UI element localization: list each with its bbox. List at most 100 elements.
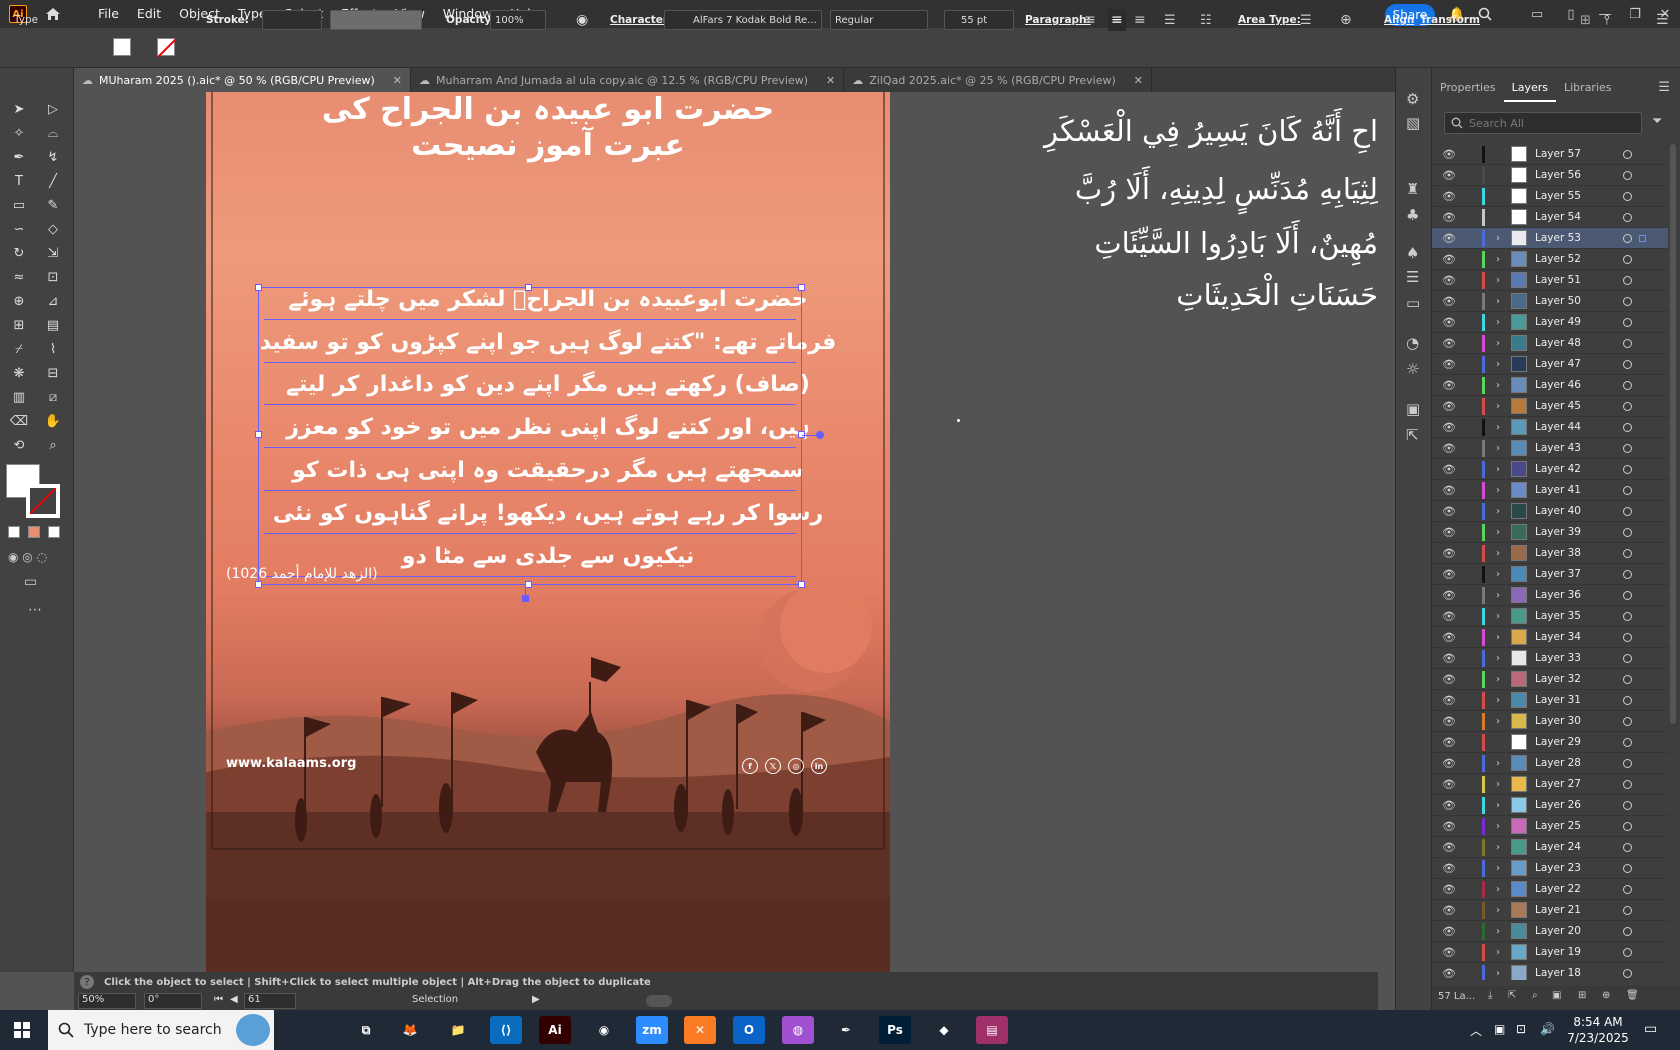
panel-tab-layers[interactable]: Layers: [1503, 74, 1556, 102]
layer-name[interactable]: Layer 29: [1535, 736, 1581, 748]
expand-chevron-icon[interactable]: ›: [1496, 758, 1500, 769]
target-circle-icon[interactable]: [1623, 212, 1632, 222]
expand-chevron-icon[interactable]: ›: [1496, 590, 1500, 601]
visibility-eye-icon[interactable]: 👁: [1442, 715, 1456, 728]
visibility-eye-icon[interactable]: 👁: [1442, 568, 1456, 581]
expand-chevron-icon[interactable]: ›: [1496, 632, 1500, 643]
bullets-icon[interactable]: ☰: [1164, 0, 1176, 40]
libraries-icon[interactable]: ♜: [1406, 180, 1419, 198]
perspective-grid-tool-icon[interactable]: ⊿: [42, 290, 64, 312]
variable-width-field[interactable]: [330, 10, 422, 30]
horizontal-scrollbar[interactable]: [646, 995, 672, 1007]
layer-name[interactable]: Layer 22: [1535, 883, 1581, 895]
menu-file[interactable]: File: [89, 0, 128, 28]
layer-row[interactable]: 👁 › Layer 21: [1432, 900, 1668, 921]
close-tab-icon[interactable]: ✕: [1134, 74, 1143, 87]
layer-row[interactable]: 👁 › Layer 28: [1432, 753, 1668, 774]
layer-row[interactable]: 👁 Layer 56: [1432, 165, 1668, 186]
file-explorer-icon[interactable]: 📁: [442, 1016, 474, 1044]
visibility-eye-icon[interactable]: 👁: [1442, 211, 1456, 224]
layer-row[interactable]: 👁 › Layer 49: [1432, 312, 1668, 333]
visibility-eye-icon[interactable]: 👁: [1442, 358, 1456, 371]
layer-name[interactable]: Layer 53: [1535, 232, 1581, 244]
layer-name[interactable]: Layer 52: [1535, 253, 1581, 265]
visibility-eye-icon[interactable]: 👁: [1442, 379, 1456, 392]
gradient-mode-icon[interactable]: [28, 526, 40, 538]
layer-row[interactable]: 👁 › Layer 26: [1432, 795, 1668, 816]
photoshop-icon[interactable]: Ps: [879, 1016, 911, 1044]
layer-row[interactable]: 👁 › Layer 35: [1432, 606, 1668, 627]
target-circle-icon[interactable]: [1623, 674, 1632, 684]
layer-row[interactable]: 👁 › Layer 42: [1432, 459, 1668, 480]
layer-name[interactable]: Layer 20: [1535, 925, 1581, 937]
close-tab-icon[interactable]: ✕: [393, 74, 402, 87]
layer-row[interactable]: 👁 › Layer 45: [1432, 396, 1668, 417]
layer-name[interactable]: Layer 37: [1535, 568, 1581, 580]
target-circle-icon[interactable]: [1623, 254, 1632, 264]
target-circle-icon[interactable]: [1623, 359, 1632, 369]
layer-name[interactable]: Layer 23: [1535, 862, 1581, 874]
layer-name[interactable]: Layer 57: [1535, 148, 1581, 160]
visibility-eye-icon[interactable]: 👁: [1442, 757, 1456, 770]
area-type-label[interactable]: Area Type:: [1238, 0, 1301, 40]
first-artboard-icon[interactable]: ⏮: [214, 994, 223, 1005]
font-size-field[interactable]: 55 pt: [944, 10, 1014, 30]
layer-row[interactable]: 👁 › Layer 38: [1432, 543, 1668, 564]
expand-chevron-icon[interactable]: ›: [1496, 401, 1500, 412]
volume-icon[interactable]: 🔊: [1540, 1022, 1555, 1036]
eraser-tool-icon[interactable]: ◇: [42, 218, 64, 240]
selection-handle[interactable]: [255, 431, 262, 438]
target-circle-icon[interactable]: [1623, 380, 1632, 390]
artboard-tool-icon[interactable]: ⊟: [42, 362, 64, 384]
new-layer-icon[interactable]: ⊕: [1602, 990, 1610, 1001]
visibility-eye-icon[interactable]: 👁: [1442, 631, 1456, 644]
out-port[interactable]: [816, 431, 824, 439]
text-selection-box[interactable]: [258, 287, 802, 585]
target-circle-icon[interactable]: [1623, 905, 1632, 915]
layer-name[interactable]: Layer 39: [1535, 526, 1581, 538]
xampp-icon[interactable]: ✕: [684, 1016, 716, 1044]
align-center-icon[interactable]: ≡: [1108, 9, 1126, 31]
layer-row[interactable]: 👁 Layer 57: [1432, 144, 1668, 165]
layer-row[interactable]: 👁 › Layer 43: [1432, 438, 1668, 459]
layer-name[interactable]: Layer 27: [1535, 778, 1581, 790]
visibility-eye-icon[interactable]: 👁: [1442, 673, 1456, 686]
layer-row[interactable]: 👁 › Layer 53: [1432, 228, 1668, 249]
layer-row[interactable]: 👁 › Layer 27: [1432, 774, 1668, 795]
layer-name[interactable]: Layer 42: [1535, 463, 1581, 475]
expand-chevron-icon[interactable]: ›: [1496, 695, 1500, 706]
target-circle-icon[interactable]: [1623, 632, 1632, 642]
visibility-eye-icon[interactable]: 👁: [1442, 295, 1456, 308]
layer-row[interactable]: 👁 › Layer 19: [1432, 942, 1668, 963]
line-tool-icon[interactable]: ╱: [42, 170, 64, 192]
paintbrush-tool-icon[interactable]: ✎: [42, 194, 64, 216]
stroke-swatch[interactable]: [157, 38, 177, 58]
layer-row[interactable]: 👁 › Layer 51: [1432, 270, 1668, 291]
title-line-1[interactable]: حضرت ابو عبیدہ بن الجراح کی: [206, 92, 890, 127]
visibility-eye-icon[interactable]: 👁: [1442, 841, 1456, 854]
expand-chevron-icon[interactable]: ›: [1496, 548, 1500, 559]
expand-chevron-icon[interactable]: ›: [1496, 905, 1500, 916]
artboard-number-field[interactable]: 61: [244, 993, 296, 1009]
visibility-eye-icon[interactable]: 👁: [1442, 820, 1456, 833]
winrar-icon[interactable]: ▤: [976, 1016, 1008, 1044]
target-circle-icon[interactable]: [1623, 653, 1632, 663]
layers-toggle-icon[interactable]: ⚙: [1406, 90, 1419, 108]
curvature-tool-icon[interactable]: ↯: [42, 146, 64, 168]
firefox-icon[interactable]: 🦊: [394, 1016, 426, 1044]
layer-row[interactable]: 👁 › Layer 24: [1432, 837, 1668, 858]
expand-chevron-icon[interactable]: ›: [1496, 863, 1500, 874]
visibility-eye-icon[interactable]: 👁: [1442, 736, 1456, 749]
expand-chevron-icon[interactable]: ›: [1496, 779, 1500, 790]
pasteboard-arabic-text[interactable]: لِثِيَابِهِ مُدَنِّسٍ لِدِينِهِ، أَلَا ر…: [1075, 172, 1378, 206]
eyedropper-tool-icon[interactable]: ⌿: [8, 338, 30, 360]
globe-icon[interactable]: ⊕: [1340, 0, 1352, 40]
canvas[interactable]: حضرت ابو عبیدہ بن الجراح کی عبرت آموز نص…: [74, 92, 1378, 972]
windows-start-icon[interactable]: [14, 1022, 30, 1041]
selection-indicator[interactable]: [1639, 234, 1646, 242]
stroke-weight-field[interactable]: [262, 10, 322, 30]
tray-chevron-icon[interactable]: ︿: [1470, 1022, 1482, 1039]
expand-chevron-icon[interactable]: ›: [1496, 821, 1500, 832]
layer-name[interactable]: Layer 25: [1535, 820, 1581, 832]
target-circle-icon[interactable]: [1623, 779, 1632, 789]
